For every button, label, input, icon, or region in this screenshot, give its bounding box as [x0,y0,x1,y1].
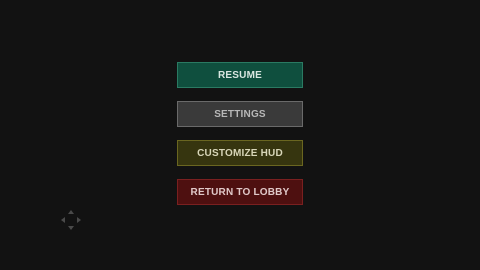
resume-button[interactable]: RESUME [177,62,303,88]
settings-button[interactable]: SETTINGS [177,101,303,127]
pause-menu: RESUME SETTINGS CUSTOMIZE HUD RETURN TO … [177,62,303,218]
pause-screen: RESUME SETTINGS CUSTOMIZE HUD RETURN TO … [0,0,480,270]
dpad-up-arrow-icon [68,210,74,214]
customize-hud-button[interactable]: CUSTOMIZE HUD [177,140,303,166]
dpad-left-arrow-icon [61,217,65,223]
dpad-right-arrow-icon [77,217,81,223]
dpad-icon [58,207,84,233]
return-to-lobby-button[interactable]: RETURN TO LOBBY [177,179,303,205]
dpad-down-arrow-icon [68,226,74,230]
